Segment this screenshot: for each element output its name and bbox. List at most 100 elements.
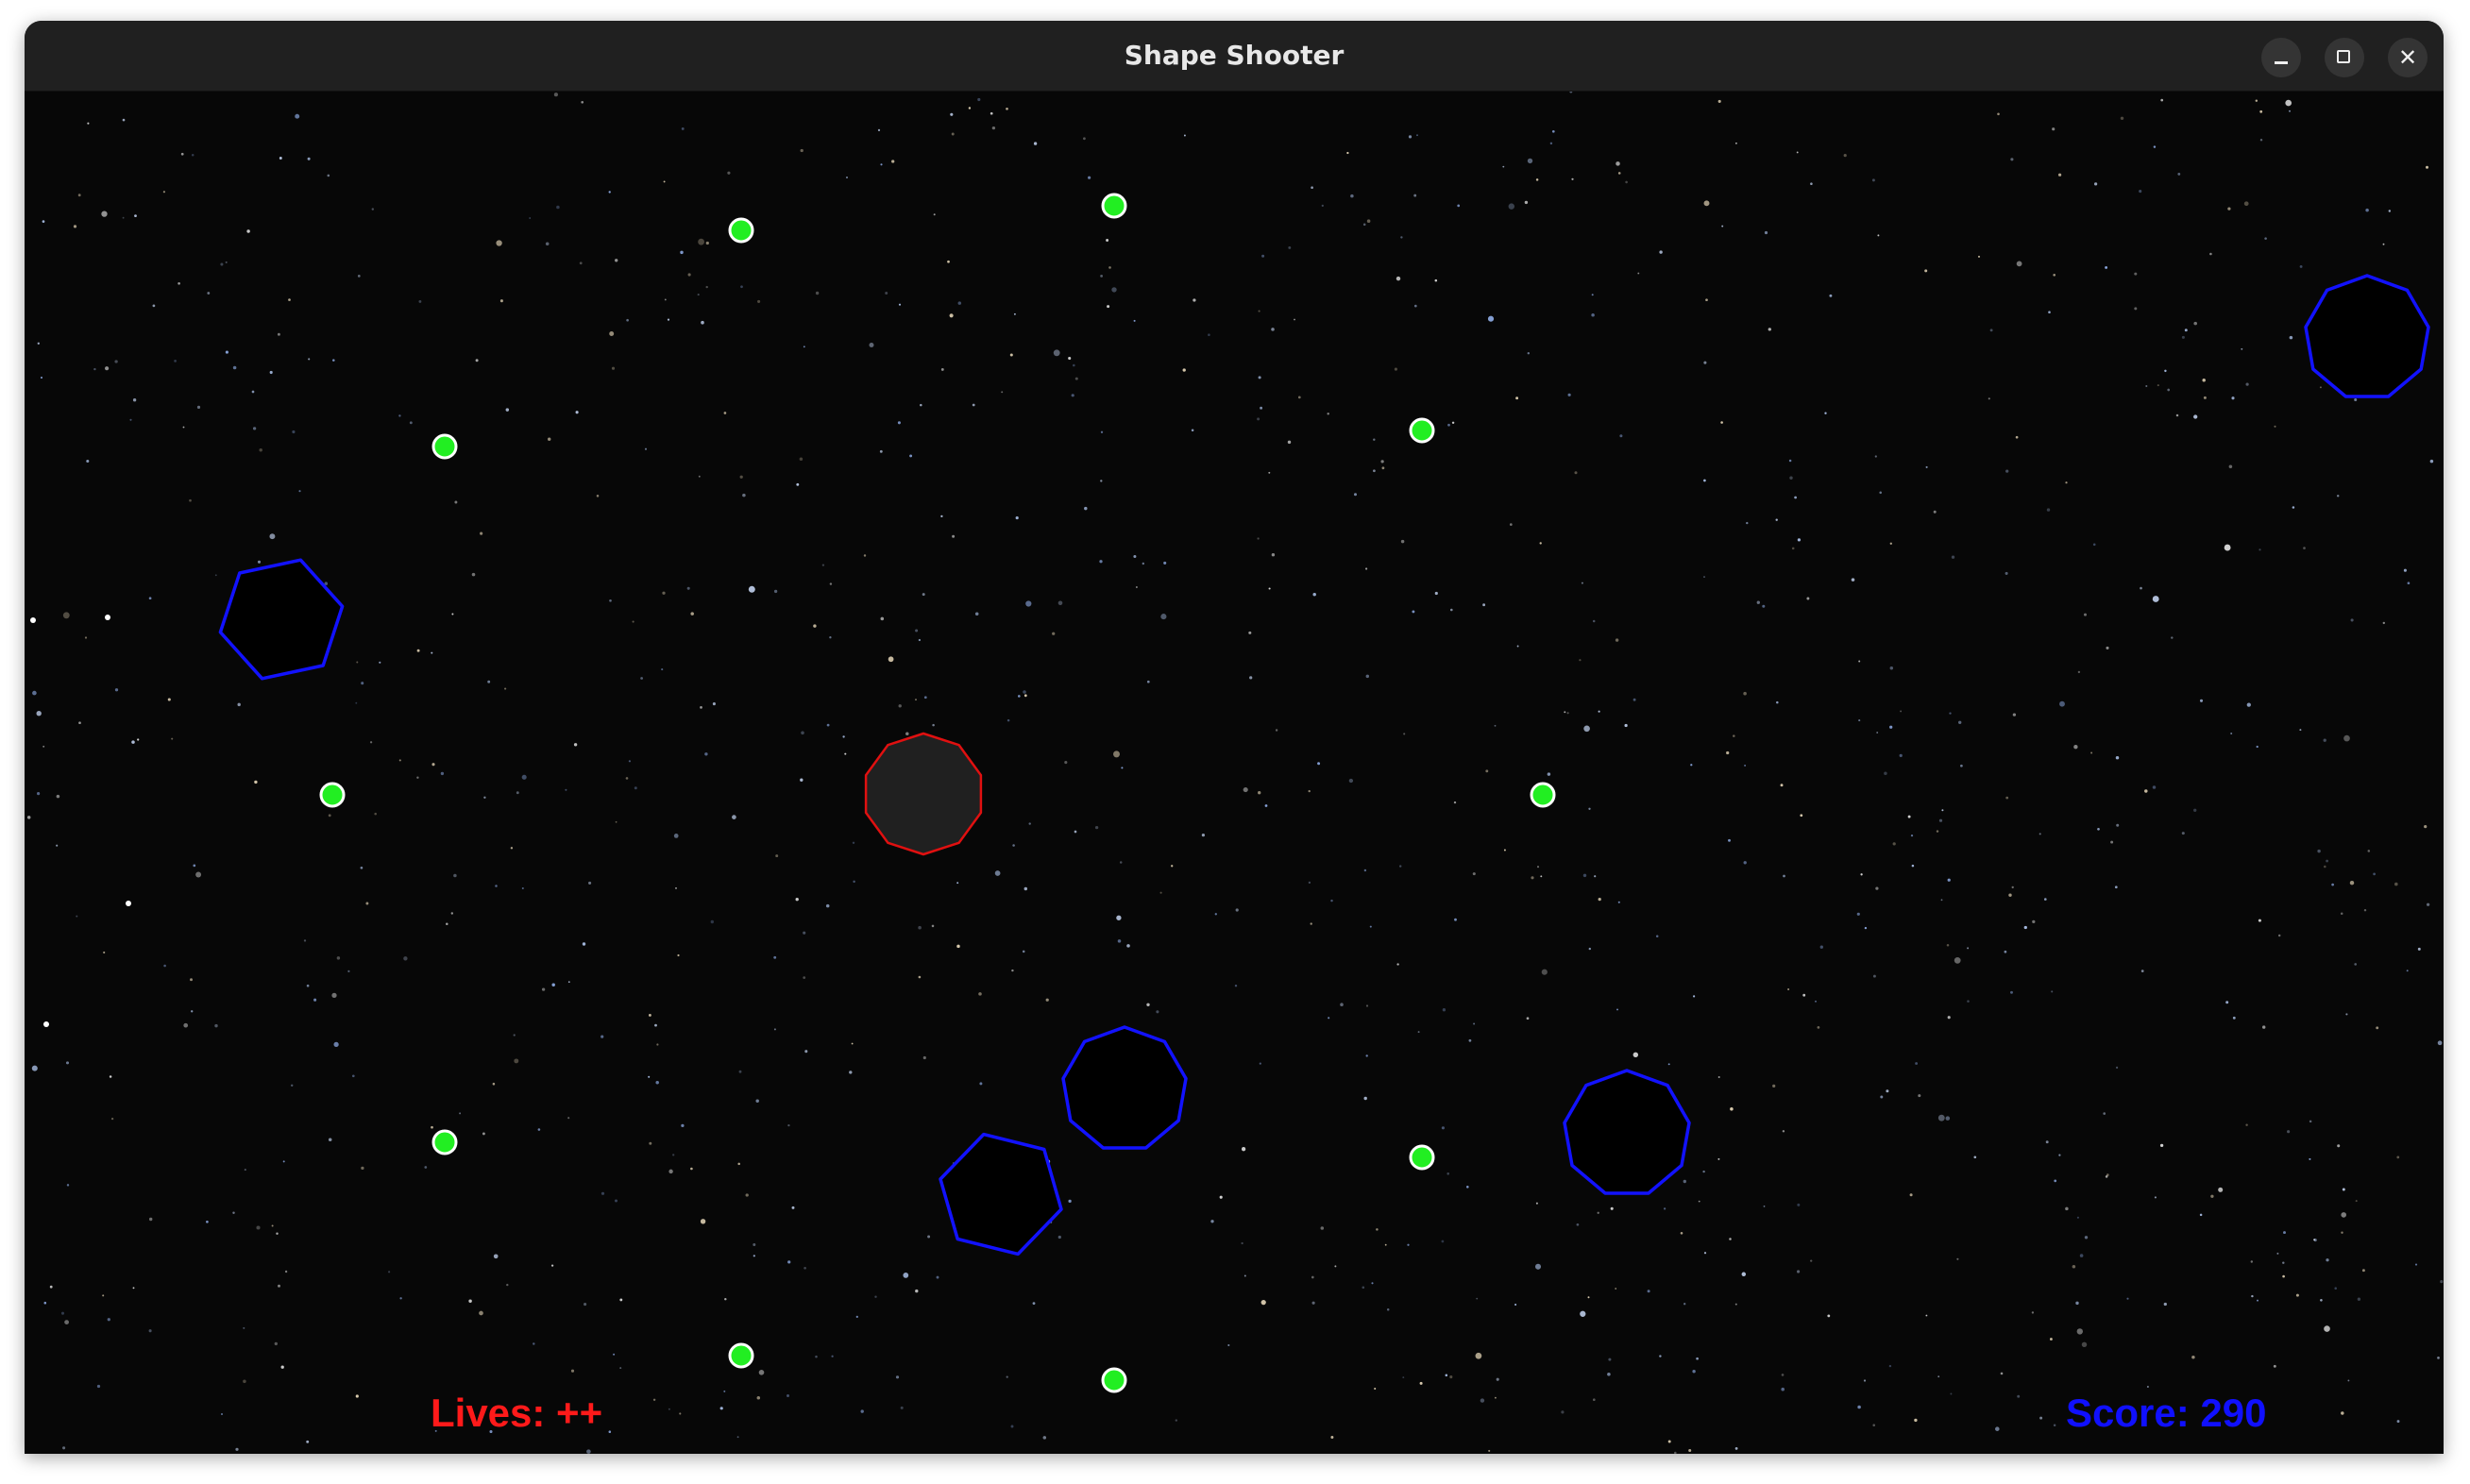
star (521, 886, 524, 890)
star (738, 1070, 742, 1073)
game-canvas[interactable]: Lives: ++ Score: 290 (25, 92, 2444, 1454)
star (2005, 796, 2009, 800)
star (451, 613, 454, 616)
star (331, 992, 337, 999)
star (567, 1117, 570, 1120)
star (2341, 1411, 2344, 1415)
star (634, 786, 637, 790)
star (1791, 547, 1795, 550)
star (1900, 710, 1903, 713)
star (905, 732, 909, 735)
star (328, 814, 331, 818)
star (1871, 178, 1875, 182)
star (1057, 600, 1063, 606)
star (2354, 397, 2358, 402)
star (957, 301, 962, 305)
star (1012, 844, 1015, 847)
game-scene[interactable] (25, 92, 2444, 1454)
star (1995, 1426, 2000, 1431)
star (2437, 1357, 2440, 1359)
star (2004, 950, 2007, 953)
star (1911, 864, 1915, 868)
star (357, 275, 361, 278)
star (1880, 1095, 1884, 1099)
star (1531, 876, 1534, 880)
close-button[interactable]: ✕ (2388, 38, 2428, 77)
star (1909, 1193, 1913, 1197)
star (1381, 466, 1385, 470)
star (705, 285, 708, 289)
star (1334, 1265, 1337, 1268)
star (804, 1050, 808, 1054)
star (1451, 421, 1455, 425)
star (579, 261, 583, 265)
star (1551, 129, 1555, 133)
maximize-button[interactable] (2325, 38, 2364, 77)
star (951, 132, 955, 136)
star (369, 741, 373, 744)
title-bar[interactable]: Shape Shooter ✕ (25, 21, 2444, 92)
star (1488, 1449, 1491, 1452)
star (1535, 178, 1539, 181)
star (189, 498, 192, 502)
bullet-orb (319, 782, 346, 808)
star (1362, 223, 1366, 227)
star (1877, 234, 1880, 237)
star (2023, 925, 2027, 930)
star (1350, 194, 1354, 198)
star (2097, 827, 2100, 831)
star (877, 128, 881, 132)
star (2184, 329, 2188, 332)
star (1146, 1003, 1150, 1006)
star (1068, 1199, 1072, 1204)
star (1071, 394, 1074, 397)
star (1907, 815, 1911, 818)
star (1947, 1016, 1951, 1020)
star (933, 213, 936, 216)
star (1191, 429, 1194, 431)
star (2032, 919, 2036, 924)
star (2053, 1424, 2056, 1426)
star (1683, 1179, 1686, 1184)
star (1863, 1379, 1867, 1382)
star (1696, 1357, 1699, 1360)
star (2164, 369, 2167, 373)
star (588, 881, 592, 885)
star (991, 126, 996, 130)
star (2241, 347, 2243, 350)
star (2134, 307, 2138, 311)
star (2052, 127, 2056, 131)
star (1264, 804, 1268, 807)
star (1100, 275, 1103, 278)
star (327, 174, 330, 177)
star (1024, 694, 1027, 698)
star (251, 390, 255, 394)
bullet-orb (728, 1342, 754, 1369)
star (2309, 1157, 2311, 1160)
star (431, 1125, 433, 1129)
star (2396, 1420, 2400, 1424)
star (1819, 945, 1823, 949)
star (1494, 1396, 1497, 1399)
star (1099, 560, 1103, 564)
star (1899, 753, 1903, 758)
star (1400, 539, 1405, 544)
minimize-button[interactable] (2261, 38, 2301, 77)
star (243, 1326, 245, 1329)
star (2110, 840, 2114, 844)
star (2039, 1416, 2043, 1420)
star (1945, 1116, 1951, 1121)
star (1960, 764, 1963, 767)
star (2424, 824, 2428, 829)
star (1937, 1375, 1940, 1378)
star (2276, 1252, 2279, 1255)
star (56, 844, 59, 847)
star (922, 1055, 926, 1060)
star (698, 475, 701, 478)
star (1508, 203, 1515, 210)
star (723, 412, 727, 414)
star (1800, 814, 1803, 818)
star (137, 738, 140, 741)
star (122, 216, 125, 219)
star (1741, 1272, 1747, 1277)
